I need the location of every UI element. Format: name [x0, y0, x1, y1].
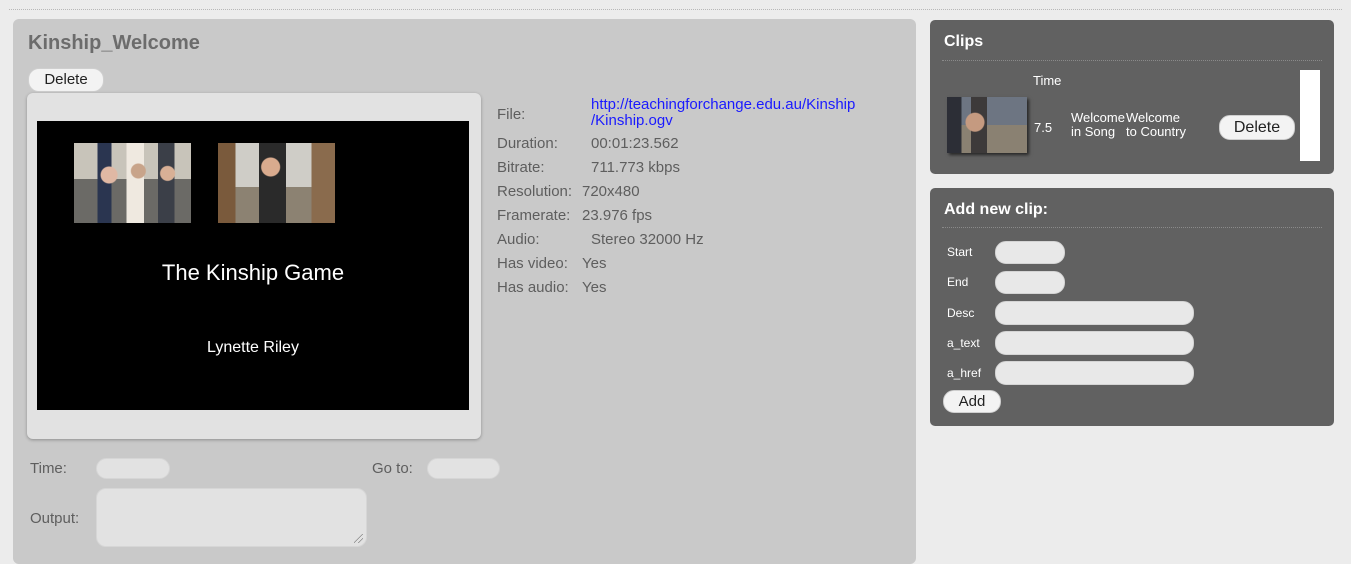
- output-label: Output:: [30, 510, 80, 527]
- time-label: Time:: [30, 460, 67, 477]
- meta-label: Framerate:: [497, 207, 571, 224]
- delete-video-button[interactable]: Delete: [28, 68, 104, 92]
- end-label: End: [947, 275, 969, 289]
- page-title: Kinship_Welcome: [28, 32, 200, 54]
- desc-label: Desc: [947, 306, 975, 320]
- a-text-input[interactable]: [995, 331, 1194, 355]
- file-link-text[interactable]: http://teachingforchange.edu.au/Kinship …: [591, 96, 855, 129]
- video-player-frame: The Kinship Game Lynette Riley: [27, 93, 481, 439]
- meta-value: 711.773 kbps: [591, 159, 680, 176]
- meta-label: Has video:: [497, 255, 568, 272]
- goto-field[interactable]: [427, 458, 500, 479]
- a-text-label: a_text: [947, 336, 980, 350]
- meta-label: Duration:: [497, 135, 558, 152]
- add-clip-divider: [942, 227, 1322, 228]
- clips-panel: Clips Time 7.5 Welcome in Song Welcome t…: [930, 20, 1334, 174]
- start-label: Start: [947, 245, 973, 259]
- add-clip-panel: Add new clip: Start End Desc a_text a_hr…: [930, 188, 1334, 426]
- meta-value: 23.976 fps: [582, 207, 653, 224]
- video-photo-left: [74, 143, 191, 223]
- add-clip-button[interactable]: Add: [943, 390, 1001, 413]
- clip-description: Welcome in Song: [1071, 110, 1125, 139]
- meta-value: Yes: [582, 279, 607, 296]
- meta-value: 720x480: [582, 183, 640, 200]
- top-divider: [9, 9, 1342, 10]
- clip-thumbnail[interactable]: [947, 97, 1027, 153]
- file-link[interactable]: http://teachingforchange.edu.au/Kinship …: [591, 97, 855, 129]
- desc-input[interactable]: [995, 301, 1194, 325]
- meta-label: File:: [497, 106, 526, 123]
- meta-value: Yes: [582, 255, 607, 272]
- meta-label: Has audio:: [497, 279, 569, 296]
- a-href-label: a_href: [947, 366, 982, 380]
- clip-link-text: Welcome to Country: [1126, 110, 1186, 139]
- a-href-input[interactable]: [995, 361, 1194, 385]
- meta-value: 00:01:23.562: [591, 135, 679, 152]
- time-field[interactable]: [96, 458, 170, 479]
- clips-time-header: Time: [1033, 73, 1062, 88]
- clips-heading: Clips: [944, 33, 984, 50]
- output-textarea[interactable]: [96, 488, 367, 547]
- clips-scrollbar[interactable]: [1300, 70, 1320, 161]
- start-input[interactable]: [995, 241, 1065, 264]
- delete-clip-button[interactable]: Delete: [1219, 115, 1295, 140]
- add-clip-heading: Add new clip:: [944, 201, 1048, 218]
- goto-label: Go to:: [372, 460, 413, 477]
- resize-handle-icon[interactable]: [354, 534, 363, 543]
- meta-label: Resolution:: [497, 183, 573, 200]
- meta-value: Stereo 32000 Hz: [591, 231, 704, 248]
- video-photo-right: [218, 143, 335, 223]
- video-title-text: The Kinship Game: [161, 260, 345, 285]
- end-input[interactable]: [995, 271, 1065, 294]
- video-player[interactable]: The Kinship Game Lynette Riley: [37, 121, 469, 410]
- clips-divider: [942, 60, 1322, 61]
- meta-label: Bitrate:: [497, 159, 545, 176]
- video-author-text: Lynette Riley: [207, 339, 299, 356]
- clip-time: 7.5: [1034, 120, 1053, 135]
- video-detail-panel: Kinship_Welcome Delete The Kinship Game …: [13, 19, 916, 564]
- meta-label: Audio:: [497, 231, 540, 248]
